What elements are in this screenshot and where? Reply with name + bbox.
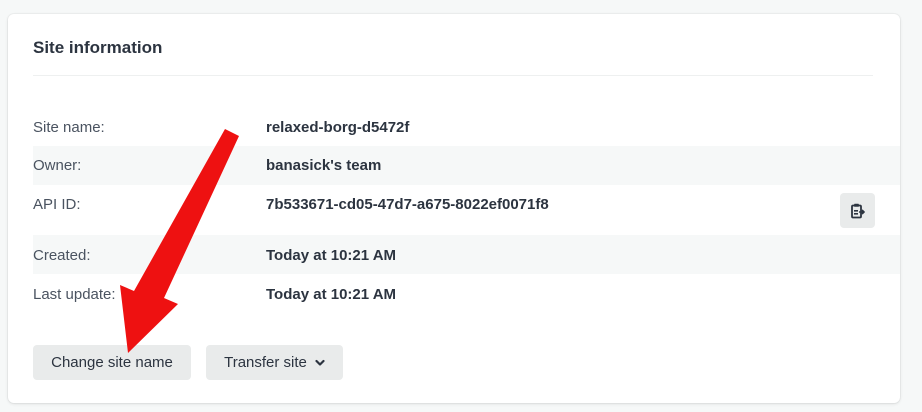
change-site-name-label: Change site name (51, 354, 173, 371)
owner-label: Owner: (33, 157, 82, 174)
row-site-name: Site name: relaxed-borg-d5472f (33, 107, 900, 146)
transfer-site-label: Transfer site (224, 354, 307, 371)
site-name-value: relaxed-borg-d5472f (266, 119, 410, 136)
row-last-update: Last update: Today at 10:21 AM (33, 274, 900, 313)
divider (33, 75, 873, 76)
change-site-name-button[interactable]: Change site name (33, 345, 191, 380)
api-id-label: API ID: (33, 196, 81, 213)
transfer-site-button[interactable]: Transfer site (206, 345, 343, 380)
card-title: Site information (33, 38, 163, 57)
owner-value: banasick's team (266, 157, 382, 174)
clipboard-copy-icon (850, 203, 865, 218)
created-value: Today at 10:21 AM (266, 247, 397, 264)
last-update-label: Last update: (33, 286, 116, 303)
row-created: Created: Today at 10:21 AM (33, 235, 900, 274)
last-update-value: Today at 10:21 AM (266, 286, 397, 303)
site-name-label: Site name: (33, 119, 105, 136)
row-owner: Owner: banasick's team (33, 146, 900, 185)
copy-api-id-button[interactable] (840, 193, 875, 228)
created-label: Created: (33, 247, 91, 264)
chevron-down-icon (315, 359, 325, 367)
row-api-id: API ID: 7b533671-cd05-47d7-a675-8022ef00… (33, 185, 900, 235)
api-id-value: 7b533671-cd05-47d7-a675-8022ef0071f8 (266, 196, 549, 213)
